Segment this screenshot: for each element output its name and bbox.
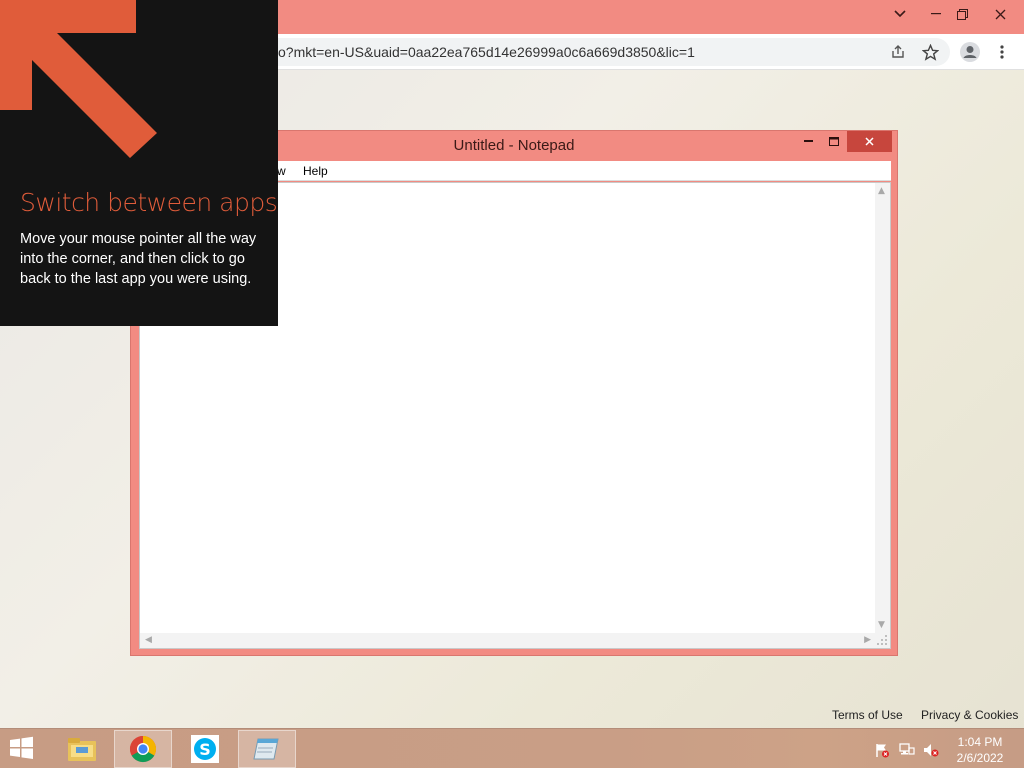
profile-button[interactable] <box>958 40 982 64</box>
menu-help[interactable]: Help <box>303 164 328 178</box>
taskbar-chrome[interactable] <box>114 730 172 768</box>
notepad-icon <box>253 738 279 760</box>
taskbar-notepad[interactable] <box>238 730 296 768</box>
scroll-left-arrow-icon[interactable]: ◀ <box>145 635 152 645</box>
browser-close-button[interactable] <box>982 0 1018 28</box>
privacy-cookies-link[interactable]: Privacy & Cookies <box>921 708 1018 722</box>
skype-icon: S <box>191 735 219 763</box>
share-button[interactable] <box>886 40 910 64</box>
minimize-icon <box>931 13 941 15</box>
star-icon <box>921 43 939 61</box>
tab-search-button[interactable] <box>882 0 918 28</box>
restore-icon <box>956 8 968 20</box>
scroll-down-arrow-icon[interactable]: ▼ <box>878 620 885 630</box>
browser-menu-button[interactable] <box>990 40 1014 64</box>
hint-title: Switch between apps <box>20 188 278 217</box>
network-icon[interactable] <box>899 742 915 758</box>
windows-logo-icon <box>10 736 33 759</box>
action-center-flag-icon[interactable] <box>874 742 890 758</box>
maximize-icon <box>829 137 839 146</box>
volume-muted-icon[interactable] <box>923 742 939 758</box>
notepad-close-button[interactable] <box>847 131 892 152</box>
bookmark-button[interactable] <box>918 40 942 64</box>
notepad-maximize-button[interactable] <box>821 131 847 152</box>
menu-view[interactable]: w <box>277 164 286 178</box>
address-bar[interactable]: o?mkt=en-US&uaid=0aa22ea765d14e26999a0c6… <box>240 38 950 66</box>
notepad-minimize-button[interactable] <box>795 131 821 152</box>
horizontal-scrollbar[interactable]: ◀ ▶ <box>140 633 876 648</box>
profile-icon <box>960 42 980 62</box>
close-icon <box>865 137 874 146</box>
taskbar-skype[interactable]: S <box>176 730 234 768</box>
start-button[interactable] <box>6 736 40 762</box>
terms-of-use-link[interactable]: Terms of Use <box>832 708 903 722</box>
share-icon <box>892 45 904 58</box>
hint-body: Move your mouse pointer all the way into… <box>20 231 257 287</box>
corner-arrow-icon <box>0 0 157 158</box>
chevron-down-icon <box>894 10 906 18</box>
svg-text:S: S <box>199 740 211 759</box>
switch-apps-hint: Switch between apps Move your mouse poin… <box>0 0 278 326</box>
clock-date: 2/6/2022 <box>956 751 1004 765</box>
taskbar: S 1:04 PM 2/6/2022 <box>0 728 1024 768</box>
vertical-scrollbar[interactable]: ▲ ▼ <box>875 183 890 633</box>
address-bar-url: o?mkt=en-US&uaid=0aa22ea765d14e26999a0c6… <box>278 44 695 60</box>
taskbar-clock[interactable]: 1:04 PM 2/6/2022 <box>950 734 1010 766</box>
scroll-right-arrow-icon[interactable]: ▶ <box>864 635 871 645</box>
scroll-up-arrow-icon[interactable]: ▲ <box>878 186 885 196</box>
kebab-menu-icon <box>1000 45 1004 59</box>
taskbar-file-explorer[interactable] <box>53 730 111 768</box>
chrome-icon <box>129 735 157 763</box>
file-explorer-icon <box>68 738 96 761</box>
close-icon <box>995 9 1005 19</box>
browser-restore-button[interactable] <box>944 0 980 28</box>
resize-grip-icon[interactable] <box>875 633 890 648</box>
clock-time: 1:04 PM <box>957 735 1003 749</box>
minimize-icon <box>803 140 813 142</box>
